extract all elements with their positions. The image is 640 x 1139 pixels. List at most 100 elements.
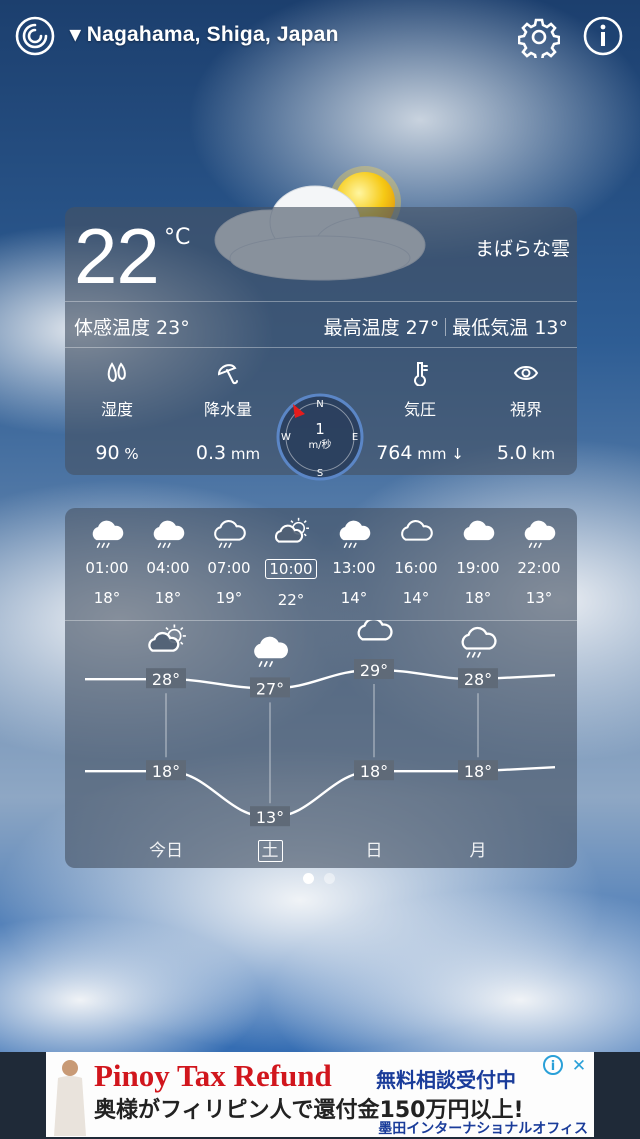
stat-label: 降水量: [203, 400, 252, 419]
page-indicator[interactable]: [303, 869, 345, 888]
hour-temp: 22°: [277, 591, 305, 609]
top-bar: ▾ Nagahama, Shiga, Japan: [0, 0, 640, 76]
compass-north: N: [316, 399, 323, 410]
stat-value: 0.3 mm: [195, 442, 261, 464]
high-temp: 最高温度 27°: [323, 317, 440, 339]
day-weather-icon: [357, 620, 393, 641]
rain-cloud-icon: [92, 520, 124, 548]
hourly-item[interactable]: 19:00 18°: [447, 515, 509, 607]
hour-time: 19:00: [456, 559, 500, 577]
day-label[interactable]: 土: [240, 836, 300, 862]
rain-cloud-icon: [339, 520, 371, 548]
stat-precipitation[interactable]: 降水量 0.3 mm: [178, 360, 278, 464]
partly-sunny-icon: [274, 517, 309, 543]
umbrella-icon: [217, 364, 238, 385]
app-logo-icon[interactable]: [14, 15, 56, 57]
ad-tag: 無料相談受付中: [376, 1068, 516, 1092]
hourly-item[interactable]: 07:00 19°: [198, 515, 260, 607]
hourly-item[interactable]: 16:00 14°: [385, 515, 447, 607]
day-name: 土: [257, 840, 283, 862]
day-high-temp: 29°: [360, 661, 388, 680]
ad-banner[interactable]: Pinoy Tax Refund 無料相談受付中 奥様がフィリピン人で還付金15…: [46, 1052, 594, 1137]
compass-west: W: [281, 432, 291, 443]
cloudy-icon: [463, 520, 495, 541]
day-high-temp: 27°: [256, 679, 284, 698]
ad-close-icon[interactable]: ✕: [568, 1054, 590, 1076]
info-icon[interactable]: [582, 15, 624, 57]
day-high-temp: 28°: [152, 670, 180, 689]
stat-label: 気圧: [403, 400, 436, 419]
hourly-item[interactable]: 04:00 18°: [137, 515, 199, 607]
day-low-temp: 18°: [464, 762, 492, 781]
location-selector[interactable]: ▾ Nagahama, Shiga, Japan: [70, 22, 339, 47]
hour-time: 22:00: [517, 559, 561, 577]
hour-time: 04:00: [146, 559, 190, 577]
day-label[interactable]: 日: [344, 836, 404, 861]
stat-visibility[interactable]: 視界 5.0 km: [476, 360, 576, 464]
hour-temp: 14°: [402, 589, 430, 607]
divider: [65, 301, 577, 302]
divider: [65, 347, 577, 348]
hour-time: 16:00: [394, 559, 438, 577]
gear-icon[interactable]: [518, 16, 560, 58]
wind-compass: N E S W 1 m/秒: [276, 393, 364, 481]
stat-humidity[interactable]: 湿度 90 %: [67, 360, 167, 464]
low-temp: 最低気温 13°: [452, 317, 568, 339]
hour-temp: 18°: [154, 589, 182, 607]
compass-south: S: [317, 468, 323, 479]
stat-pressure[interactable]: 気圧 764 mm ↓: [370, 360, 470, 464]
hourly-item[interactable]: 01:00 18°: [76, 515, 138, 607]
compass-east: E: [352, 432, 358, 443]
hour-temp: 14°: [340, 589, 368, 607]
day-weather-icon: [254, 636, 288, 667]
ad-person-image: [54, 1060, 86, 1136]
hourly-item[interactable]: 10:00 22°: [260, 515, 322, 609]
day-low-temp: 18°: [152, 762, 180, 781]
rain-cloud-icon: [254, 636, 288, 667]
hourly-item[interactable]: 22:00 13°: [508, 515, 570, 607]
ad-footer: 墨田インターナショナルオフィス: [378, 1121, 588, 1137]
page-dot[interactable]: [303, 873, 314, 884]
separator: [445, 318, 447, 336]
wind-unit: m/秒: [308, 438, 331, 451]
hour-temp: 18°: [93, 589, 121, 607]
hour-temp: 19°: [215, 589, 243, 607]
hourly-item[interactable]: 13:00 14°: [323, 515, 385, 607]
high-low: 最高温度 27° 最低気温 13°: [324, 313, 568, 340]
condition-text: まばらな雲: [474, 238, 570, 260]
ad-info-icon[interactable]: i: [542, 1054, 564, 1076]
hour-time: 01:00: [85, 559, 129, 577]
hour-temp: 18°: [464, 589, 492, 607]
stat-label: 湿度: [100, 400, 133, 419]
hour-time: 10:00: [265, 559, 317, 579]
cloud-icon: [357, 620, 393, 641]
drizzle-cloud-icon: [214, 520, 246, 548]
cloud-icon: [401, 520, 433, 541]
svg-text:i: i: [551, 1059, 555, 1074]
feels-like: 体感温度 23°: [74, 317, 190, 339]
hour-time: 07:00: [207, 559, 251, 577]
svg-text:✕: ✕: [572, 1056, 586, 1076]
current-temperature: 22: [74, 212, 160, 300]
eye-icon: [513, 366, 539, 380]
temperature-unit: °C: [164, 225, 191, 250]
wind-speed: 1: [315, 420, 325, 438]
stat-value: 90 %: [95, 442, 139, 464]
rain-cloud-icon: [524, 520, 556, 548]
ad-headline: Pinoy Tax Refund: [94, 1058, 332, 1093]
day-low-temp: 13°: [256, 808, 284, 827]
thermometer-icon: [414, 362, 428, 387]
day-name: 今日: [149, 841, 183, 861]
stat-label: 視界: [509, 400, 542, 419]
rain-cloud-icon: [153, 520, 185, 548]
day-label[interactable]: 月: [448, 836, 508, 861]
daily-temperature-chart: 28° 18° 27° 13° 29° 18° 28° 18°: [85, 620, 556, 827]
hour-temp: 13°: [525, 589, 553, 607]
day-name: 月: [469, 841, 487, 861]
page-dot[interactable]: [324, 873, 335, 884]
partly-sunny-icon: [148, 624, 186, 652]
day-low-temp: 18°: [360, 762, 388, 781]
day-weather-icon: [461, 626, 497, 658]
humidity-icon: [107, 362, 126, 383]
day-label[interactable]: 今日: [136, 836, 196, 861]
